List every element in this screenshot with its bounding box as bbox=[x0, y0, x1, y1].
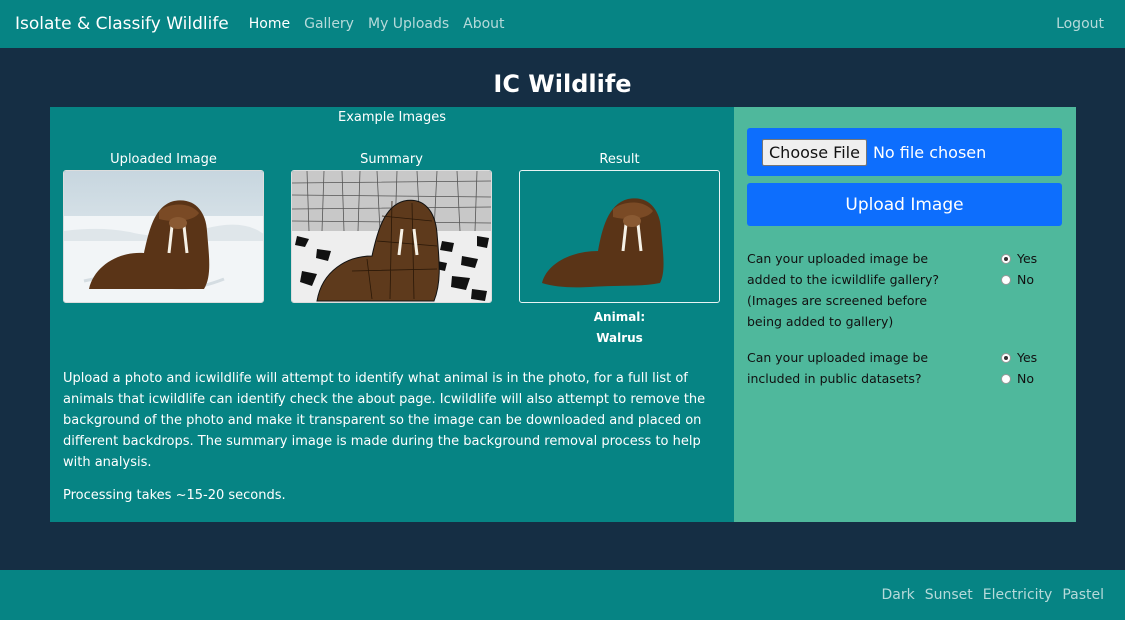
summary-image bbox=[291, 170, 492, 303]
theme-sunset[interactable]: Sunset bbox=[925, 587, 973, 603]
result-label: Result bbox=[599, 152, 640, 167]
nav-my-uploads[interactable]: My Uploads bbox=[368, 16, 449, 32]
processing-note: Processing takes ~15-20 seconds. bbox=[63, 488, 286, 503]
logout-link[interactable]: Logout bbox=[1056, 16, 1104, 32]
file-status: No file chosen bbox=[872, 142, 987, 162]
dataset-yes-label: Yes bbox=[1017, 350, 1038, 365]
animal-caption: Animal: Walrus bbox=[519, 307, 720, 349]
walrus-cutout-icon bbox=[542, 198, 664, 288]
brand-link[interactable]: Isolate & Classify Wildlife bbox=[15, 14, 229, 34]
examples-title: Example Images bbox=[337, 110, 447, 125]
radio-unchecked-icon bbox=[1001, 373, 1011, 384]
theme-electricity[interactable]: Electricity bbox=[983, 587, 1053, 603]
result-image bbox=[519, 170, 720, 303]
gallery-yes-label: Yes bbox=[1017, 251, 1038, 266]
summary-label: Summary bbox=[360, 152, 423, 167]
animal-label: Animal: bbox=[593, 310, 646, 324]
radio-checked-icon bbox=[1001, 352, 1011, 363]
gallery-no-label: No bbox=[1017, 272, 1034, 287]
nav-gallery[interactable]: Gallery bbox=[304, 16, 354, 32]
footer: Dark Sunset Electricity Pastel bbox=[0, 570, 1125, 620]
description-text: Upload a photo and icwildlife will attem… bbox=[63, 371, 706, 470]
choose-file-button[interactable]: Choose File bbox=[762, 138, 867, 166]
summary-segmentation-icon bbox=[292, 171, 491, 302]
animal-value: Walrus bbox=[596, 331, 643, 345]
page-title: IC Wildlife bbox=[493, 70, 632, 98]
radio-unchecked-icon bbox=[1001, 274, 1011, 285]
nav-about[interactable]: About bbox=[463, 16, 504, 32]
dataset-yes-radio[interactable]: Yes bbox=[1001, 347, 1037, 368]
walrus-photo-icon bbox=[64, 171, 263, 302]
upload-panel: Choose File No file chosen Upload Image … bbox=[734, 107, 1076, 522]
nav-home[interactable]: Home bbox=[249, 16, 290, 32]
navbar: Isolate & Classify Wildlife Home Gallery… bbox=[0, 0, 1125, 48]
uploaded-walrus-image bbox=[63, 170, 264, 303]
theme-dark[interactable]: Dark bbox=[882, 587, 915, 603]
examples-panel: Example Images Uploaded Image Summary Re… bbox=[50, 107, 734, 522]
gallery-question: Can your uploaded image be added to the … bbox=[747, 251, 939, 329]
gallery-yes-radio[interactable]: Yes bbox=[1001, 248, 1037, 269]
dataset-no-radio[interactable]: No bbox=[1001, 368, 1034, 389]
radio-checked-icon bbox=[1001, 253, 1011, 264]
dataset-no-label: No bbox=[1017, 371, 1034, 386]
uploaded-image-label: Uploaded Image bbox=[110, 152, 217, 167]
gallery-no-radio[interactable]: No bbox=[1001, 269, 1034, 290]
dataset-question: Can your uploaded image be included in p… bbox=[747, 350, 929, 386]
file-input[interactable]: Choose File No file chosen bbox=[747, 128, 1062, 176]
upload-image-button[interactable]: Upload Image bbox=[747, 183, 1062, 226]
theme-pastel[interactable]: Pastel bbox=[1062, 587, 1104, 603]
